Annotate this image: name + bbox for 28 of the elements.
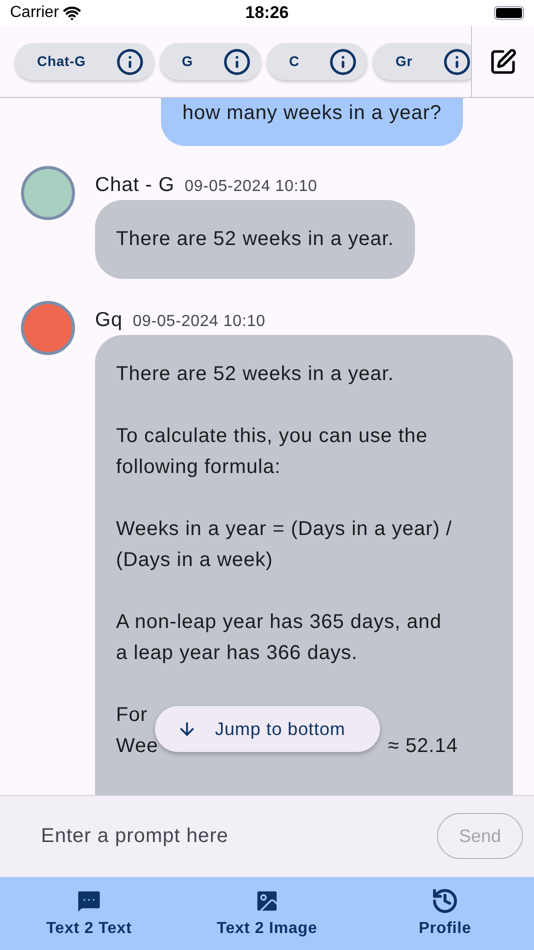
nav-tab[interactable]: Text 2 Image xyxy=(178,877,356,950)
message-text-fragment: For xyxy=(116,703,148,728)
history-icon xyxy=(431,886,459,914)
message-paragraph: To calculate this, you can use the following formula: xyxy=(116,424,429,480)
message-time: 09-05-2024 10:10 xyxy=(132,312,266,332)
message-text-fragment: ≈ 52.14 xyxy=(388,734,458,759)
model-chip[interactable]: Chat-G xyxy=(15,43,154,80)
info-icon xyxy=(329,48,358,76)
message-paragraph: There are 52 weeks in a year. xyxy=(116,362,395,387)
nav-tab[interactable]: Profile xyxy=(356,877,534,950)
message-paragraph: A non-leap year has 365 days, and a leap year has 366 days. xyxy=(116,610,443,666)
battery-icon xyxy=(494,6,524,20)
sender-name: Chat - G xyxy=(95,173,175,198)
user-message-bubble: how many weeks in a year? xyxy=(161,98,463,146)
clock-text: 18:26 xyxy=(245,2,289,24)
info-icon xyxy=(116,48,144,76)
wifi-icon xyxy=(62,4,81,22)
carrier-text: Carrier xyxy=(10,3,59,23)
sender-name: Gq xyxy=(95,308,123,333)
message-paragraph: There are 52 weeks in a year. xyxy=(116,227,394,252)
info-icon xyxy=(442,48,471,76)
model-chip[interactable]: Gr xyxy=(373,43,471,80)
message-paragraph: Weeks in a year = (Days in a year) / (Days in a week) xyxy=(116,517,454,573)
model-chip[interactable]: G xyxy=(160,43,262,80)
nav-tab[interactable]: Text 2 Text xyxy=(0,877,178,950)
info-icon xyxy=(223,48,252,76)
model-chip[interactable]: C xyxy=(267,43,368,80)
message-time: 09-05-2024 10:10 xyxy=(184,177,318,197)
